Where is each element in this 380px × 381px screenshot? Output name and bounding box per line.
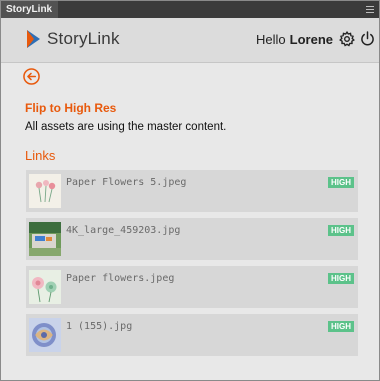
link-filename: Paper flowers.jpeg bbox=[66, 273, 175, 284]
link-row[interactable]: 4K_large_459203.jpg HIGH bbox=[26, 218, 358, 260]
power-icon[interactable] bbox=[360, 31, 375, 47]
resolution-badge: HIGH bbox=[328, 321, 354, 332]
greeting-text: Hello bbox=[256, 32, 286, 47]
abstract-swirl-thumbnail bbox=[29, 318, 61, 352]
paper-flowers-thumbnail bbox=[29, 270, 61, 304]
resolution-badge: HIGH bbox=[328, 273, 354, 284]
flip-message: All assets are using the master content. bbox=[25, 121, 227, 133]
back-arrow-icon[interactable] bbox=[23, 68, 40, 85]
link-row[interactable]: Paper Flowers 5.jpeg HIGH bbox=[26, 170, 358, 212]
links-title: Links bbox=[25, 148, 56, 163]
flip-title: Flip to High Res bbox=[25, 101, 117, 115]
link-row[interactable]: Paper flowers.jpeg HIGH bbox=[26, 266, 358, 308]
panel-menu-icon[interactable] bbox=[366, 6, 374, 13]
link-row[interactable]: 1 (155).jpg HIGH bbox=[26, 314, 358, 356]
storylink-panel: StoryLink StoryLink Hello Lorene Flip to… bbox=[0, 0, 380, 381]
main-content: Flip to High Res All assets are using th… bbox=[1, 63, 379, 380]
link-filename: 1 (155).jpg bbox=[66, 321, 133, 332]
greeting: Hello Lorene bbox=[256, 32, 333, 47]
app-header: StoryLink Hello Lorene bbox=[1, 18, 379, 63]
user-name: Lorene bbox=[289, 32, 333, 47]
panel-tab[interactable]: StoryLink bbox=[1, 1, 58, 18]
link-filename: Paper Flowers 5.jpeg bbox=[66, 177, 187, 188]
brand-logo: StoryLink bbox=[25, 29, 120, 49]
link-filename: 4K_large_459203.jpg bbox=[66, 225, 181, 236]
panel-tab-strip: StoryLink bbox=[1, 1, 379, 18]
links-list: Paper Flowers 5.jpeg HIGH 4K_large_45920… bbox=[26, 170, 358, 362]
gear-icon[interactable] bbox=[339, 31, 355, 47]
paper-flowers-thumbnail bbox=[29, 174, 61, 208]
storylink-logo-icon bbox=[27, 30, 40, 48]
resolution-badge: HIGH bbox=[328, 177, 354, 188]
storefront-thumbnail bbox=[29, 222, 61, 256]
resolution-badge: HIGH bbox=[328, 225, 354, 236]
brand-name: StoryLink bbox=[47, 29, 120, 48]
